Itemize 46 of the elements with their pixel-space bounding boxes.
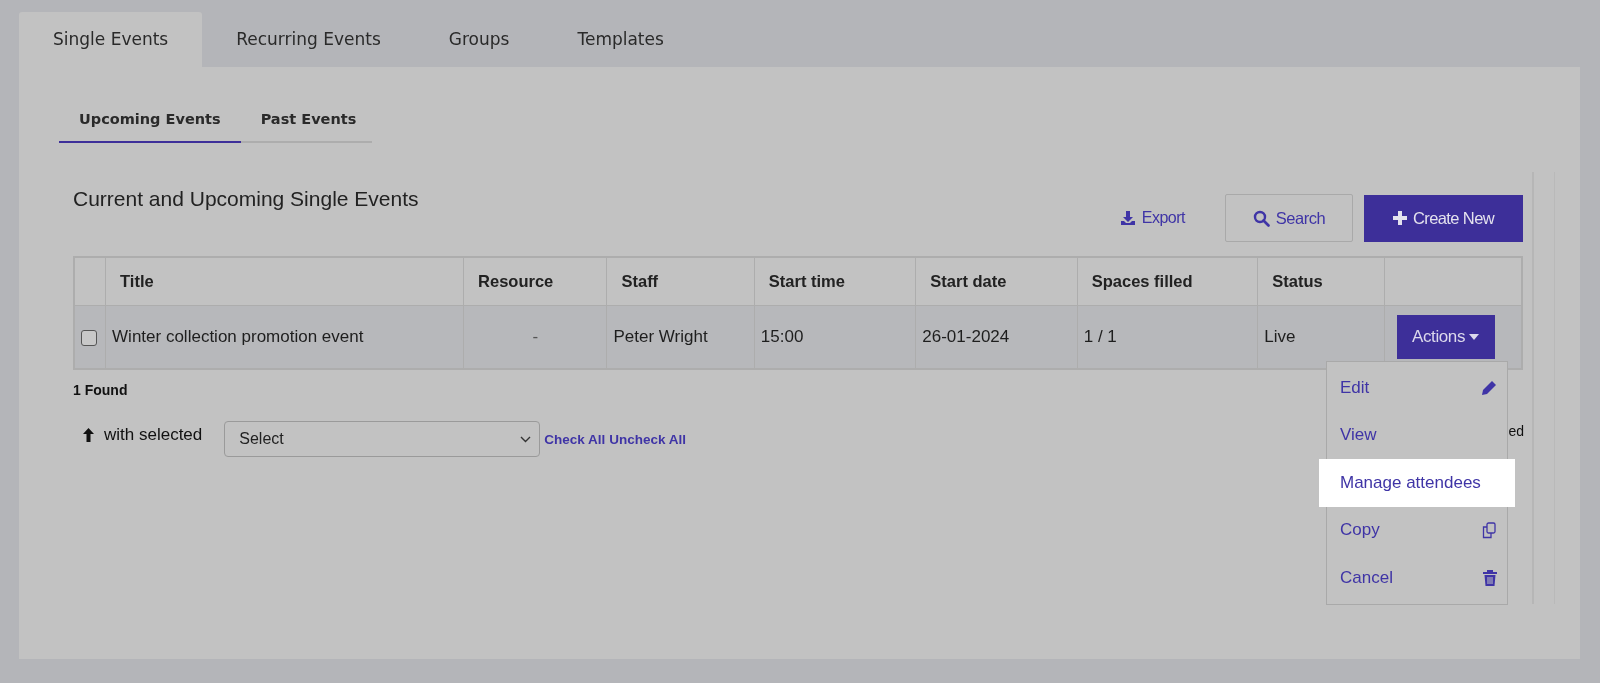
bulk-label-text: with selected [104, 425, 203, 445]
table-cell: Live [1264, 327, 1296, 346]
panel-title: Current and Upcoming Single Events [73, 187, 419, 211]
download-icon [1119, 210, 1136, 226]
table-cell: 1 / 1 [1083, 327, 1117, 346]
create-new-button[interactable]: Create New [1364, 194, 1523, 242]
column-header: Spaces filled [1077, 257, 1258, 306]
column-header: Start time [754, 257, 916, 306]
plus-icon [1392, 211, 1407, 225]
column-header: Title [105, 257, 464, 306]
column-header: Resource [463, 257, 607, 306]
table-cell: 15:00 [760, 327, 804, 346]
copy-icon [1481, 521, 1497, 539]
search-icon [1252, 209, 1270, 227]
menu-item[interactable]: Edit [1327, 364, 1507, 412]
uncheck-all-link[interactable]: Uncheck All [609, 431, 687, 447]
trash-icon [1483, 569, 1497, 586]
subtab[interactable]: Past Events [240, 107, 377, 143]
caret-icon [1469, 334, 1480, 340]
menu-item[interactable]: Manage attendees [1319, 459, 1515, 507]
row-checkbox[interactable] [81, 329, 97, 346]
table-cell: - [532, 327, 539, 346]
partial-text: ed [1508, 423, 1524, 439]
tab[interactable]: Single Events [19, 12, 203, 67]
actions-button[interactable]: Actions [1396, 315, 1495, 359]
export-link[interactable]: Export [1119, 209, 1185, 227]
column-header: Status [1257, 257, 1385, 306]
column-header: Start date [915, 257, 1078, 306]
pencil-icon [1481, 379, 1497, 396]
table-cell: Peter Wright [613, 327, 708, 346]
tab[interactable]: Templates [543, 12, 698, 67]
search-button[interactable]: Search [1225, 194, 1353, 242]
menu-item[interactable]: Copy [1327, 506, 1507, 554]
subtab[interactable]: Upcoming Events [59, 107, 241, 143]
chevron-down-icon [520, 435, 532, 443]
menu-item[interactable]: View [1327, 411, 1507, 459]
menu-item[interactable]: Cancel [1327, 554, 1507, 602]
results-count: 1 Found [73, 382, 128, 398]
arrow-up-icon [83, 428, 94, 442]
table-cell: Winter collection promotion event [112, 327, 364, 346]
check-all-link[interactable]: Check All [544, 431, 606, 447]
column-header: Staff [606, 257, 755, 306]
tab[interactable]: Recurring Events [202, 12, 415, 67]
table-cell: 26-01-2024 [922, 327, 1010, 346]
tab[interactable]: Groups [414, 12, 544, 67]
bulk-action-select[interactable]: Select [224, 421, 541, 457]
